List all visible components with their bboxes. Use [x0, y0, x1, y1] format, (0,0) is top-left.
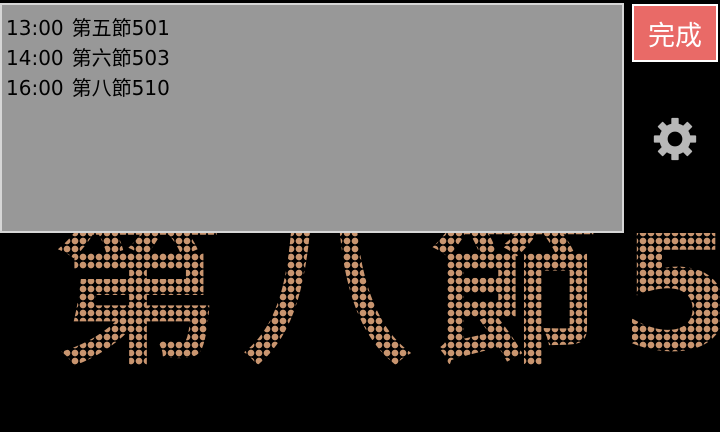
done-button-label: 完成 [648, 20, 702, 52]
schedule-label: 第五節501 [71, 16, 170, 40]
marquee-display: 第八節510 [0, 233, 720, 432]
schedule-time: 14:00 [6, 46, 64, 70]
gear-icon [653, 117, 697, 161]
settings-button[interactable] [644, 108, 706, 170]
schedule-time: 13:00 [6, 16, 64, 40]
done-button[interactable]: 完成 [632, 4, 718, 62]
schedule-label: 第六節503 [71, 46, 170, 70]
marquee-text: 第八節510 [55, 233, 720, 401]
schedule-time: 16:00 [6, 76, 64, 100]
schedule-label: 第八節510 [71, 76, 170, 100]
schedule-panel: 13:00 第五節501 14:00 第六節503 16:00 第八節510 [0, 3, 624, 233]
schedule-item[interactable]: 14:00 第六節503 [6, 43, 618, 73]
schedule-item[interactable]: 16:00 第八節510 [6, 73, 618, 103]
schedule-item[interactable]: 13:00 第五節501 [6, 13, 618, 43]
